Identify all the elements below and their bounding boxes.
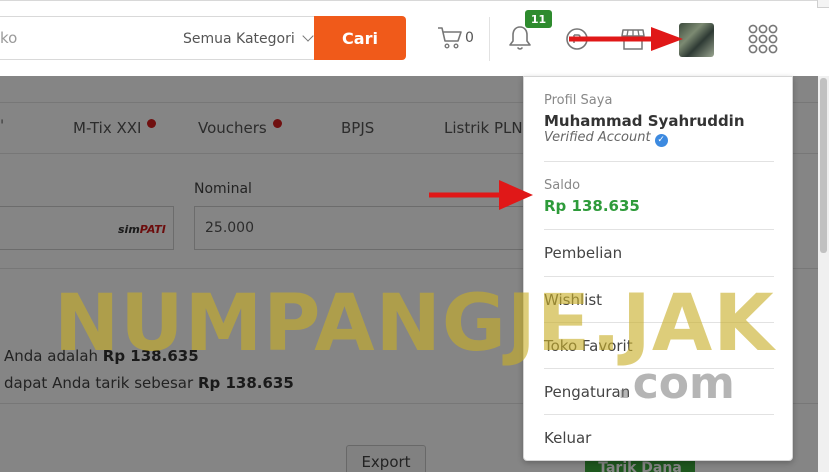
dropdown-divider — [544, 229, 774, 230]
verified-check-icon: ✓ — [654, 134, 668, 147]
header-divider — [489, 17, 490, 61]
annotation-arrow-right-icon — [569, 27, 683, 51]
menu-item-pembelian[interactable]: Pembelian — [544, 244, 622, 262]
saldo-label: Saldo — [544, 178, 581, 193]
profile-label[interactable]: Profil Saya — [544, 93, 612, 108]
cart-icon[interactable] — [437, 26, 463, 50]
search-button[interactable]: Cari — [314, 16, 406, 60]
scroll-thumb[interactable] — [820, 78, 827, 253]
chevron-down-icon — [302, 30, 314, 42]
dropdown-divider — [544, 276, 774, 277]
category-select[interactable]: Semua Kategori — [183, 30, 314, 47]
watermark-text: NUMPANGJE.JAK — [54, 279, 775, 369]
watermark-domain: .com — [616, 358, 735, 409]
annotation-arrow-right-icon — [429, 180, 533, 210]
bell-icon[interactable] — [507, 24, 533, 52]
browser-corner — [817, 0, 829, 8]
apps-grid-icon[interactable] — [748, 24, 778, 54]
top-header: ko Semua Kategori Cari 0 11 — [0, 0, 829, 76]
search-bar[interactable]: ko Semua Kategori — [0, 16, 314, 60]
dropdown-divider — [544, 414, 774, 415]
cart-count: 0 — [465, 30, 474, 46]
dropdown-divider — [544, 161, 774, 162]
search-input[interactable]: ko — [0, 29, 17, 47]
verified-status: Verified Account ✓ — [544, 130, 668, 147]
user-name[interactable]: Muhammad Syahruddin — [544, 112, 745, 130]
saldo-value[interactable]: Rp 138.635 — [544, 197, 640, 215]
browser-edge — [0, 0, 829, 5]
notification-badge: 11 — [525, 10, 552, 28]
scrollbar[interactable] — [818, 76, 829, 472]
menu-item-keluar[interactable]: Keluar — [544, 429, 591, 447]
